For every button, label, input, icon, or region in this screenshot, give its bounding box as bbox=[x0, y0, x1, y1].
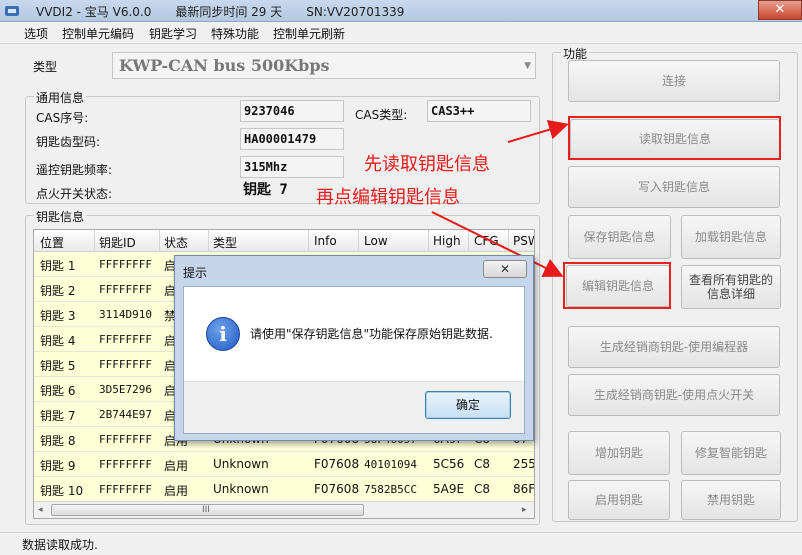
annotation-edit-next: 再点编辑钥匙信息 bbox=[316, 187, 460, 208]
write-key-button[interactable]: 写入钥匙信息 bbox=[568, 166, 780, 208]
col-status[interactable]: 状态 bbox=[164, 234, 188, 251]
cas-type-label: CAS类型: bbox=[355, 108, 408, 122]
table-cell: 钥匙 3 bbox=[40, 309, 76, 323]
load-key-button[interactable]: 加载钥匙信息 bbox=[681, 215, 781, 259]
table-cell: F07608 bbox=[314, 482, 360, 496]
table-cell: FFFFFFFF bbox=[99, 283, 152, 296]
read-key-highlight bbox=[568, 116, 781, 160]
status-text: 数据读取成功. bbox=[22, 538, 98, 552]
table-cell: 钥匙 5 bbox=[40, 359, 76, 373]
menu-options[interactable]: 选项 bbox=[24, 25, 48, 42]
table-cell: 启用 bbox=[164, 484, 189, 498]
table-cell: 2B744E97 bbox=[99, 408, 152, 421]
table-row[interactable]: 钥匙 10 FFFFFFFF 启用 Unknown F07608 7582B5CC 5A9E… bbox=[34, 477, 535, 502]
col-type[interactable]: 类型 bbox=[213, 234, 237, 251]
table-cell: 钥匙 2 bbox=[40, 284, 76, 298]
col-key-id[interactable]: 钥匙ID bbox=[99, 234, 136, 251]
enable-key-button[interactable]: 启用钥匙 bbox=[568, 480, 670, 520]
table-cell: FFFFFFFF bbox=[99, 258, 152, 271]
table-cell: 7582B5CC bbox=[364, 483, 417, 496]
add-key-button[interactable]: 增加钥匙 bbox=[568, 431, 670, 475]
dealer-key-ignition-button[interactable]: 生成经销商钥匙-使用点火开关 bbox=[568, 374, 780, 416]
status-bar: 数据读取成功. bbox=[0, 532, 802, 555]
table-cell: 3114D910 bbox=[99, 308, 152, 321]
dialog-message: 请使用"保存钥匙信息"功能保存原始钥匙数据. bbox=[250, 327, 493, 341]
col-low[interactable]: Low bbox=[364, 234, 388, 248]
menu-module-flash[interactable]: 控制单元刷新 bbox=[273, 25, 345, 42]
col-info[interactable]: Info bbox=[314, 234, 337, 248]
cas-type-value: CAS3++ bbox=[427, 100, 531, 122]
table-cell: FFFFFFFF bbox=[99, 483, 152, 496]
col-position[interactable]: 位置 bbox=[40, 234, 64, 251]
chevron-down-icon[interactable]: ▼ bbox=[524, 61, 531, 71]
dialog-title: 提示 bbox=[183, 266, 208, 280]
table-cell: C8 bbox=[474, 482, 491, 496]
menu-bar: 选项 控制单元编码 钥匙学习 特殊功能 控制单元刷新 bbox=[0, 22, 802, 44]
table-cell: Unknown bbox=[213, 457, 269, 471]
ok-button[interactable]: 确定 bbox=[425, 391, 511, 419]
type-label: 类型 bbox=[33, 60, 58, 74]
edit-key-highlight bbox=[563, 262, 671, 309]
scroll-right-icon[interactable]: ▸ bbox=[522, 505, 527, 515]
table-cell: 钥匙 9 bbox=[40, 459, 76, 473]
table-cell: Unknown bbox=[213, 482, 269, 496]
menu-special-functions[interactable]: 特殊功能 bbox=[211, 25, 259, 42]
dealer-key-programmer-button[interactable]: 生成经销商钥匙-使用编程器 bbox=[568, 326, 780, 368]
type-value: KWP-CAN bus 500Kbps bbox=[119, 56, 330, 75]
key-cut-label: 钥匙齿型码: bbox=[36, 135, 101, 149]
table-cell: 启用 bbox=[164, 459, 189, 473]
table-cell: 3D5E7296 bbox=[99, 383, 152, 396]
table-cell: 255 bbox=[513, 457, 535, 471]
col-cfg[interactable]: CFG bbox=[474, 234, 499, 248]
menu-module-coding[interactable]: 控制单元编码 bbox=[62, 25, 134, 42]
horizontal-scrollbar[interactable]: ◂ III ▸ bbox=[34, 501, 534, 518]
table-cell: C8 bbox=[474, 457, 491, 471]
key-cut-value: HA00001479 bbox=[240, 128, 344, 150]
table-cell: 钥匙 8 bbox=[40, 434, 76, 448]
table-cell: FFFFFFFF bbox=[99, 333, 152, 346]
remote-freq-value: 315Mhz bbox=[240, 156, 344, 178]
remote-freq-label: 遥控钥匙频率: bbox=[36, 163, 113, 177]
table-row[interactable]: 钥匙 9 FFFFFFFF 启用 Unknown F07608 40101094 5C56 C… bbox=[34, 452, 535, 477]
scroll-left-icon[interactable]: ◂ bbox=[38, 505, 43, 515]
cas-serial-value: 9237046 bbox=[240, 100, 344, 122]
col-high[interactable]: High bbox=[433, 234, 461, 248]
table-cell: 钥匙 6 bbox=[40, 384, 76, 398]
connect-button[interactable]: 连接 bbox=[568, 60, 780, 102]
annotation-read-first: 先读取钥匙信息 bbox=[364, 154, 490, 175]
app-icon bbox=[5, 6, 19, 16]
table-cell: FFFFFFFF bbox=[99, 433, 152, 446]
table-header: 位置 钥匙ID 状态 类型 Info Low High CFG PSW bbox=[34, 230, 534, 252]
prompt-dialog: 提示 ✕ i 请使用"保存钥匙信息"功能保存原始钥匙数据. 确定 bbox=[174, 255, 534, 441]
view-all-keys-button[interactable]: 查看所有钥匙的信息详细 bbox=[681, 265, 781, 309]
window-close-button[interactable]: ✕ bbox=[758, 0, 802, 20]
table-cell: F07608 bbox=[314, 457, 360, 471]
menu-key-learning[interactable]: 钥匙学习 bbox=[149, 25, 197, 42]
window-title: VVDI2 - 宝马 V6.0.0 最新同步时间 29 天 SN:VV20701… bbox=[36, 5, 405, 19]
table-cell: 86F bbox=[513, 482, 535, 496]
table-cell: 40101094 bbox=[364, 458, 417, 471]
table-cell: 5A9E bbox=[433, 482, 465, 496]
table-cell: 钥匙 7 bbox=[40, 409, 76, 423]
table-cell: 钥匙 4 bbox=[40, 334, 76, 348]
dialog-close-button[interactable]: ✕ bbox=[483, 260, 527, 278]
info-icon: i bbox=[206, 317, 240, 351]
title-bar: VVDI2 - 宝马 V6.0.0 最新同步时间 29 天 SN:VV20701… bbox=[0, 0, 802, 22]
col-psw[interactable]: PSW bbox=[513, 234, 534, 248]
scrollbar-thumb[interactable]: III bbox=[51, 504, 364, 516]
scrollbar-grip: III bbox=[202, 505, 210, 515]
save-key-button[interactable]: 保存钥匙信息 bbox=[568, 215, 671, 259]
repair-smart-key-button[interactable]: 修复智能钥匙 bbox=[681, 431, 781, 475]
cas-serial-label: CAS序号: bbox=[36, 111, 89, 125]
type-select[interactable]: KWP-CAN bus 500Kbps ▼ bbox=[112, 52, 536, 79]
table-cell: FFFFFFFF bbox=[99, 458, 152, 471]
disable-key-button[interactable]: 禁用钥匙 bbox=[681, 480, 781, 520]
ignition-label: 点火开关状态: bbox=[36, 187, 113, 201]
table-cell: FFFFFFFF bbox=[99, 358, 152, 371]
table-cell: 钥匙 10 bbox=[40, 484, 84, 498]
key-info-title: 钥匙信息 bbox=[34, 208, 87, 225]
table-cell: 钥匙 1 bbox=[40, 259, 76, 273]
general-info-title: 通用信息 bbox=[34, 89, 87, 106]
table-cell: 5C56 bbox=[433, 457, 465, 471]
